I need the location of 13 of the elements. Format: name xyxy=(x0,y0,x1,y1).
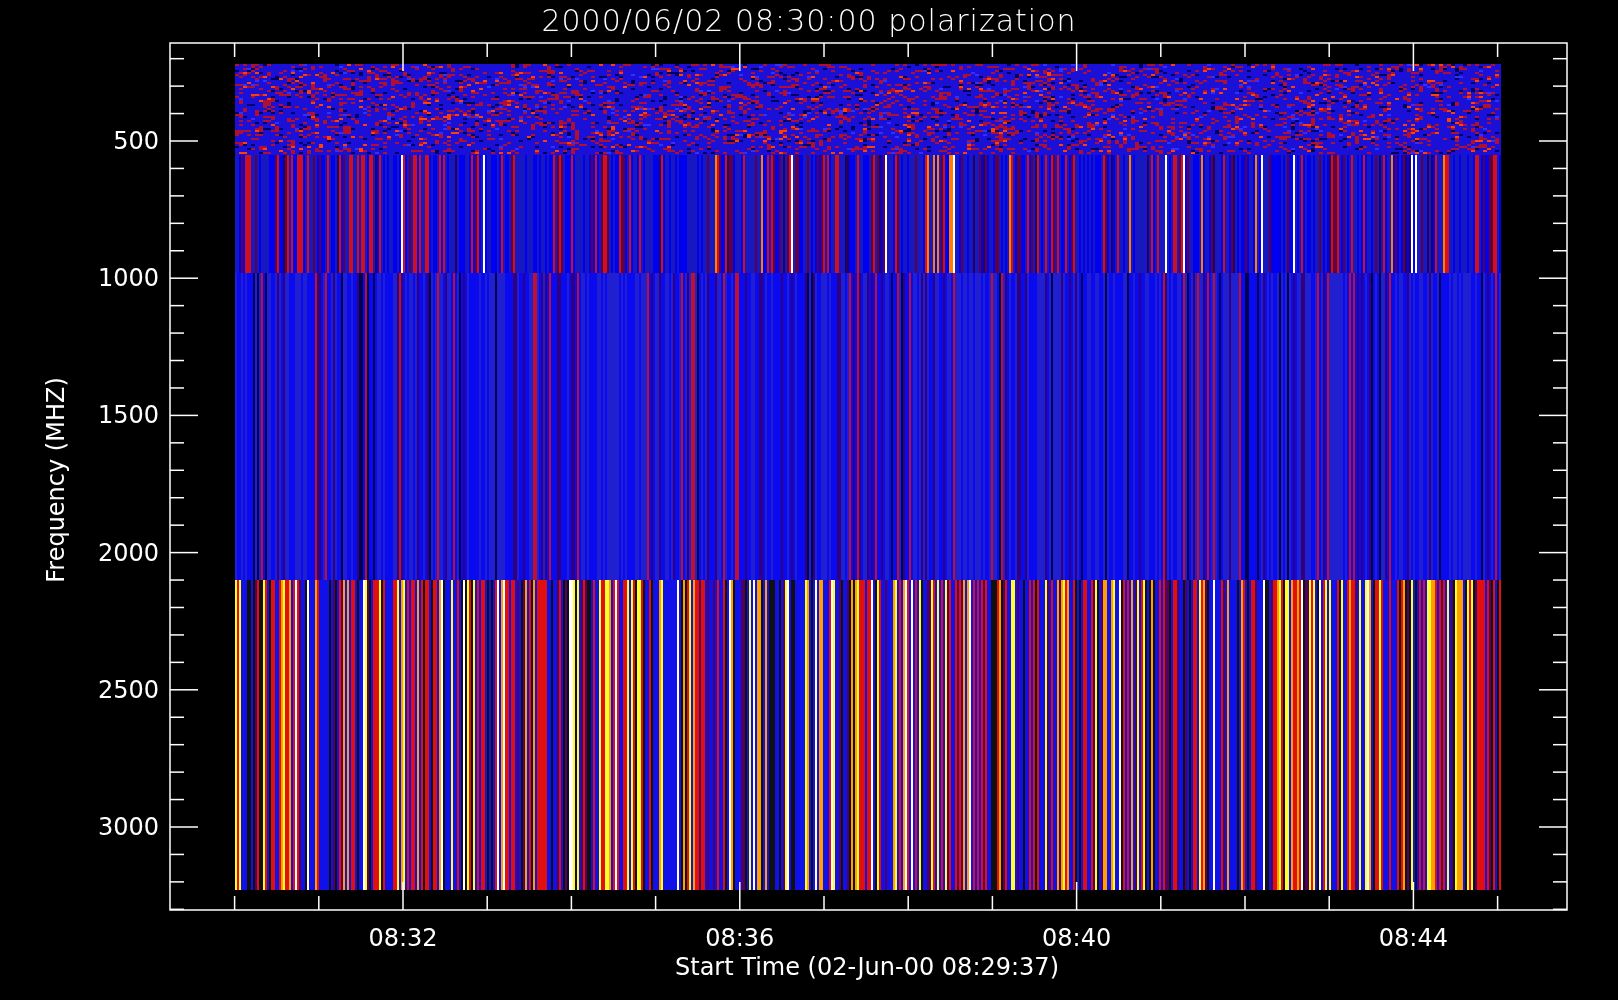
axis-tick-label: 500 xyxy=(113,127,159,155)
axis-tick-label: 08:40 xyxy=(1042,924,1112,952)
axis-tick-label: 08:44 xyxy=(1378,924,1448,952)
axis-label: Start Time (02-Jun-00 08:29:37) xyxy=(675,953,1059,981)
axis-tick-label: 1000 xyxy=(97,264,159,293)
axis-label: Frequency (MHZ) xyxy=(42,377,70,583)
axis-tick-label: 08:36 xyxy=(705,924,775,952)
axis-tick-label: 3000 xyxy=(97,813,159,841)
axis-tick-label: 2500 xyxy=(97,675,159,704)
chart-title: 2000/06/02 08:30:00 polarization xyxy=(541,3,1077,38)
axis-tick-label: 2000 xyxy=(97,538,159,567)
axis-tick-label: 08:32 xyxy=(368,924,438,952)
axis-tick-label: 1500 xyxy=(97,401,159,430)
